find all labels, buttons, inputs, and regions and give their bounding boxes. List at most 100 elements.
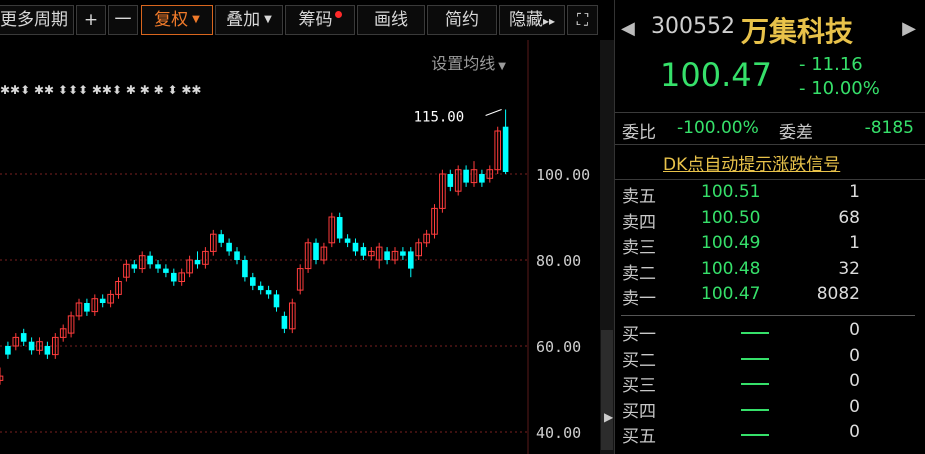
order-book-row[interactable]: 买二 0 (615, 346, 925, 371)
hide-button[interactable]: 隐藏▸▸ (499, 5, 565, 35)
order-book-row[interactable]: 卖三 100.49 1 (615, 233, 925, 258)
order-book-row[interactable]: 买五 0 (615, 422, 925, 447)
candle-body (447, 174, 454, 187)
level-price: 100.48 (701, 258, 761, 279)
candle-body (463, 169, 469, 183)
panel-splitter[interactable]: ▶ (600, 40, 614, 454)
candle-body (131, 264, 138, 269)
y-axis-tick: 80.00 (536, 252, 581, 270)
order-book-row[interactable]: 买一 0 (615, 320, 925, 345)
change-value: - 11.16 (799, 54, 863, 75)
splitter-thumb[interactable] (601, 330, 613, 450)
candle-body (336, 217, 343, 239)
level-label: 卖四 (622, 212, 656, 233)
ma-setting-dropdown[interactable]: 设置均线 ▼ (431, 50, 506, 74)
candle-body (242, 260, 248, 278)
adjust-dropdown[interactable]: 复权 ▼ (141, 5, 213, 35)
level-volume: 0 (849, 396, 860, 417)
candle-body (360, 247, 367, 256)
level-label: 买四 (622, 401, 656, 422)
candle-body (194, 260, 201, 265)
level-label: 买五 (622, 427, 656, 447)
level-price: 100.47 (701, 284, 761, 304)
zoom-in-button[interactable]: + (76, 5, 106, 35)
level-volume: 0 (849, 422, 860, 442)
empty-price-dash (741, 383, 769, 385)
y-axis-tick: 100.00 (536, 166, 590, 184)
price-change: - 11.16 - 10.00% (799, 53, 880, 101)
weibi-label: 委比 (622, 123, 656, 143)
expand-icon: ⛶ (576, 10, 589, 29)
weicha-value: -8185 (864, 118, 914, 138)
max-price-arrow (485, 109, 502, 116)
stock-code: 300552 (651, 14, 735, 39)
prev-stock-icon[interactable]: ◀ (621, 18, 635, 39)
divider (621, 315, 915, 316)
candle-body (384, 251, 390, 260)
brief-button[interactable]: 简约 (427, 5, 497, 35)
order-book-row[interactable]: 买三 0 (615, 371, 925, 396)
minus-label: 一 (114, 10, 132, 30)
level-volume: 0 (849, 345, 860, 366)
level-volume: 8082 (816, 284, 860, 304)
level-label: 卖五 (622, 187, 656, 207)
weibi-value: -100.00% (677, 118, 759, 138)
more-periods-label: 更多周期 (0, 10, 68, 30)
candle-body (479, 174, 485, 183)
candle-body (502, 126, 509, 172)
chips-button[interactable]: 筹码 (285, 5, 355, 35)
overlay-dropdown[interactable]: 叠加 ▼ (215, 5, 283, 35)
draw-line-button[interactable]: 画线 (357, 5, 425, 35)
hide-label: 隐藏 (508, 10, 543, 30)
level-price: 100.51 (701, 182, 761, 202)
weicha-label: 委差 (779, 123, 813, 143)
level-volume: 68 (838, 207, 860, 228)
order-book-row[interactable]: 卖五 100.51 1 (615, 182, 925, 207)
brief-label: 简约 (445, 10, 479, 30)
order-book-row[interactable]: 卖四 100.50 68 (615, 208, 925, 233)
candle-body (234, 251, 240, 260)
candle-body (273, 294, 280, 308)
divider (615, 179, 925, 180)
candle-body (163, 268, 169, 273)
level-volume: 0 (849, 320, 860, 340)
candle-body (5, 346, 11, 355)
candle-body (20, 333, 27, 342)
level-price: 100.50 (701, 207, 761, 228)
caret-down-icon: ▼ (264, 14, 272, 25)
kline-chart[interactable]: 100.00 80.00 60.00 40.00 ✱✱⬍ ✱✱ ⬍⬍⬍ ✱✱⬍ ✱ ✱ … (0, 40, 602, 454)
order-book-row[interactable]: 卖二 100.48 32 (615, 259, 925, 284)
candle-body (99, 298, 106, 303)
play-icon: ▸▸ (542, 14, 556, 28)
candle-body (226, 242, 232, 252)
level-label: 卖二 (622, 263, 656, 284)
change-percent: - 10.00% (799, 78, 880, 99)
candle-body (218, 234, 224, 243)
dk-signal-link[interactable]: DK点自动提示涨跌信号 (663, 150, 840, 175)
next-stock-icon[interactable]: ▶ (902, 18, 916, 39)
collapse-arrow-icon[interactable]: ▶ (604, 410, 613, 424)
level-label: 卖一 (622, 289, 656, 309)
y-axis-tick: 60.00 (536, 338, 581, 356)
y-axis-tick: 40.00 (536, 424, 581, 442)
candle-body (313, 242, 319, 260)
candle-body (84, 303, 90, 312)
empty-price-dash (741, 332, 769, 334)
level-label: 卖三 (622, 238, 656, 258)
order-book-row[interactable]: 买四 0 (615, 397, 925, 422)
candle-body (155, 264, 161, 269)
candle-body (408, 251, 414, 269)
zoom-out-button[interactable]: 一 (108, 5, 138, 35)
plus-label: + (83, 10, 99, 30)
ma-setting-label: 设置均线 (431, 54, 496, 73)
adjust-label: 复权 (154, 10, 189, 30)
more-periods-button[interactable]: 更多周期 (0, 5, 74, 35)
draw-label: 画线 (374, 10, 408, 30)
level-label: 买三 (622, 376, 656, 396)
candle-body (352, 242, 359, 252)
candle-body (171, 272, 177, 282)
order-book-row[interactable]: 卖一 100.47 8082 (615, 284, 925, 309)
expand-button[interactable]: ⛶ (567, 5, 598, 35)
divider (615, 112, 925, 113)
kline-svg: 100.00 80.00 60.00 40.00 ✱✱⬍ ✱✱ ⬍⬍⬍ ✱✱⬍ ✱ ✱ … (0, 40, 590, 454)
